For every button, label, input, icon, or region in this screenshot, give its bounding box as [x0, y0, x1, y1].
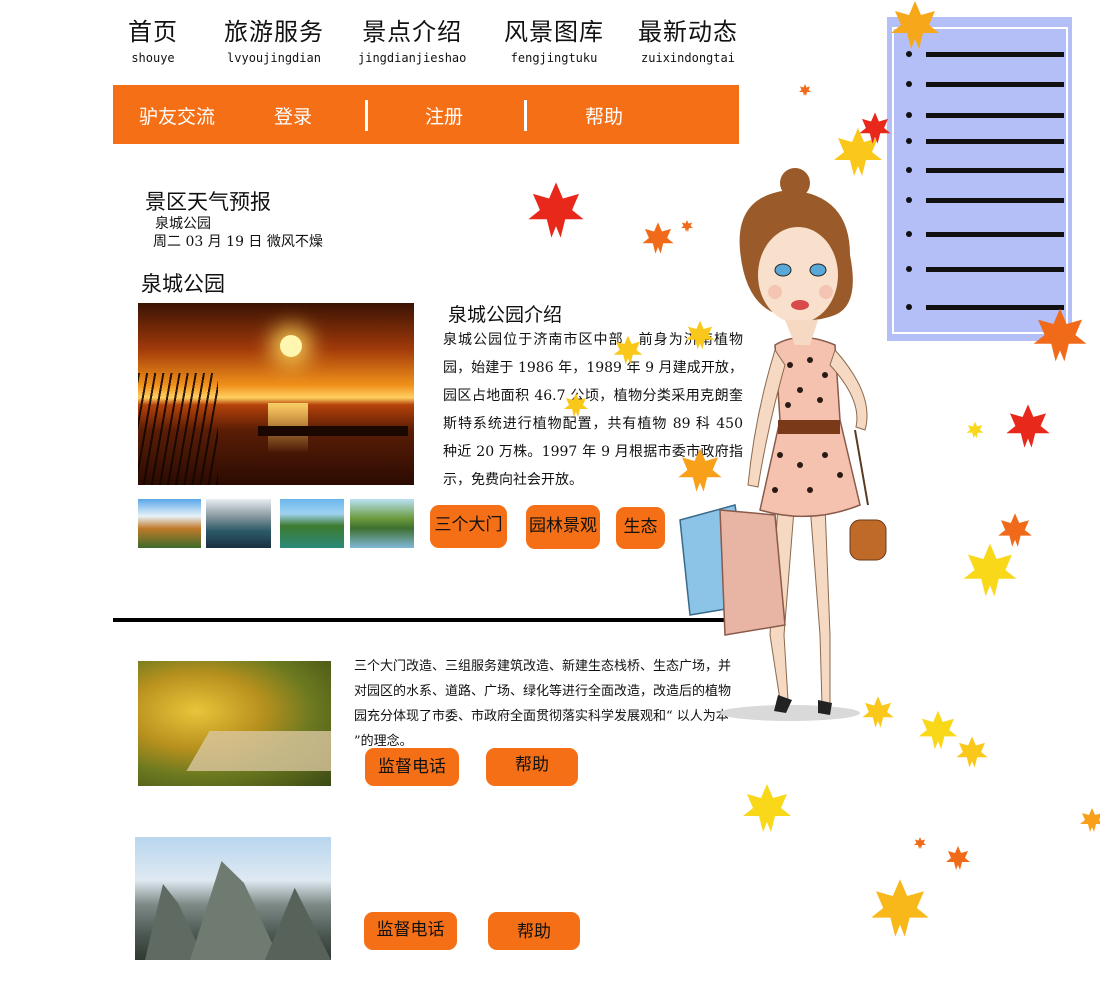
maple-leaf-icon — [946, 846, 970, 870]
maple-leaf-icon — [799, 84, 811, 96]
maple-leaf-icon — [998, 513, 1032, 547]
maple-leaf-icon — [914, 837, 926, 849]
maple-leaf-icon — [862, 696, 894, 728]
maple-leaf-icon — [871, 879, 929, 937]
maple-leaf-icon — [564, 393, 588, 417]
maple-leaf-icon — [681, 220, 693, 232]
maple-leaf-icon — [678, 448, 722, 492]
maple-leaf-icon — [685, 320, 715, 350]
maple-leaf-icon — [1006, 404, 1050, 448]
maple-leaf-icon — [956, 736, 988, 768]
maple-leaf-icon — [891, 1, 939, 49]
maple-leaf-icon — [528, 182, 584, 238]
maple-leaf-icon — [966, 421, 984, 439]
maple-leaf-icon — [1033, 308, 1087, 362]
maple-leaf-icon — [918, 710, 958, 750]
maple-leaf-icon — [743, 784, 791, 832]
maple-leaf-icon — [1080, 808, 1100, 832]
maple-leaves-layer — [528, 1, 1100, 937]
maple-leaf-icon — [613, 335, 643, 365]
maple-leaf-icon — [963, 543, 1017, 597]
maple-leaf-icon — [642, 222, 674, 254]
